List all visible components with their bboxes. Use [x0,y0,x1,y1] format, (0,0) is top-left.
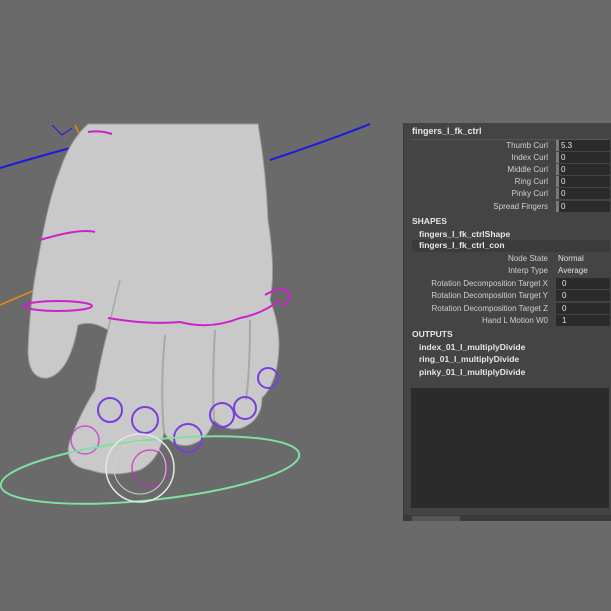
attribute-label: Index Curl [511,153,548,162]
attribute-label: Pinky Curl [511,189,548,198]
attribute-row-index-curl[interactable]: Index Curl 0 [404,152,611,164]
attribute-value-field[interactable]: 0 [556,152,610,163]
attribute-value-field[interactable]: 0 [556,164,610,175]
attribute-label: Rotation Decomposition Target X [431,279,548,288]
attribute-label: Spread Fingers [493,202,548,211]
channel-box-panel: fingers_l_fk_ctrl Thumb Curl 5.3 Index C… [403,123,611,521]
attribute-row-node-state[interactable]: Node State Normal [404,253,611,265]
panel-tab[interactable] [412,516,460,521]
hand-mesh [27,123,280,475]
attribute-label: Ring Curl [514,177,548,186]
attribute-value-field[interactable]: 5.3 [556,140,610,151]
attribute-value-field[interactable]: 1 [556,315,610,326]
output-item[interactable]: ring_01_l_multiplyDivide [419,354,519,364]
attribute-row-rot-decomp-y[interactable]: Rotation Decomposition Target Y 0 [404,290,611,302]
attribute-dropdown-value[interactable]: Normal [558,254,584,263]
node-title[interactable]: fingers_l_fk_ctrl [412,126,482,136]
attribute-row-thumb-curl[interactable]: Thumb Curl 5.3 [404,140,611,152]
attribute-value-field[interactable]: 0 [556,303,610,314]
attribute-value-field[interactable]: 0 [556,201,610,212]
output-item[interactable]: pinky_01_l_multiplyDivide [419,367,525,377]
attribute-value-field[interactable]: 0 [556,176,610,187]
attribute-row-interp-type[interactable]: Interp Type Average [404,265,611,277]
attribute-row-rot-decomp-z[interactable]: Rotation Decomposition Target Z 0 [404,303,611,315]
shape-item[interactable]: fingers_l_fk_ctrlShape [419,229,510,239]
attribute-row-spread-fingers[interactable]: Spread Fingers 0 [404,201,611,213]
attribute-row-ring-curl[interactable]: Ring Curl 0 [404,176,611,188]
empty-list-area [411,388,609,508]
attribute-value-field[interactable]: 0 [556,290,610,301]
attribute-label: Hand L Motion W0 [482,316,548,325]
attribute-label: Interp Type [508,266,548,275]
shapes-heading: SHAPES [412,216,447,226]
attribute-value-field[interactable]: 0 [556,188,610,199]
panel-bottom-bar [404,515,611,521]
attribute-label: Thumb Curl [506,141,548,150]
attribute-row-middle-curl[interactable]: Middle Curl 0 [404,164,611,176]
attribute-row-pinky-curl[interactable]: Pinky Curl 0 [404,188,611,200]
attribute-row-motion-w0[interactable]: Hand L Motion W0 1 [404,315,611,327]
attribute-label: Rotation Decomposition Target Y [431,291,548,300]
outputs-heading: OUTPUTS [412,329,453,339]
wrist-control-curve-right [269,123,371,161]
attribute-label: Middle Curl [507,165,548,174]
attribute-row-rot-decomp-x[interactable]: Rotation Decomposition Target X 0 [404,278,611,290]
shape-item-selected[interactable]: fingers_l_fk_ctrl_con [412,240,610,252]
attribute-label: Node State [507,254,548,263]
output-item[interactable]: index_01_l_multiplyDivide [419,342,525,352]
attribute-label: Rotation Decomposition Target Z [431,304,548,313]
attribute-dropdown-value[interactable]: Average [558,266,588,275]
attribute-value-field[interactable]: 0 [556,278,610,289]
